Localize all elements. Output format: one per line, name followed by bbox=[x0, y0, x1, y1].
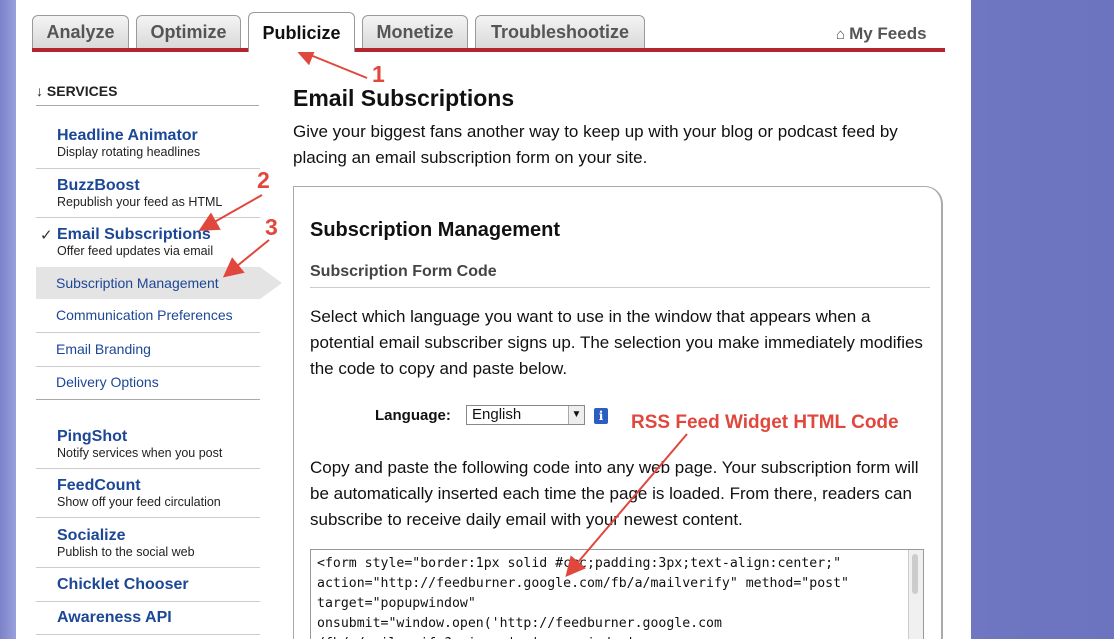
page: Analyze Optimize Publicize Monetize Trou… bbox=[16, 0, 971, 639]
tab-publicize[interactable]: Publicize bbox=[248, 12, 355, 52]
arrow-to-email-subscriptions bbox=[198, 194, 263, 231]
arrow-to-code bbox=[565, 433, 688, 578]
annotation-arrows bbox=[198, 46, 688, 578]
window-background-left bbox=[0, 0, 16, 639]
arrow-to-publicize bbox=[294, 46, 368, 79]
arrow-to-subscription-management bbox=[222, 239, 270, 278]
